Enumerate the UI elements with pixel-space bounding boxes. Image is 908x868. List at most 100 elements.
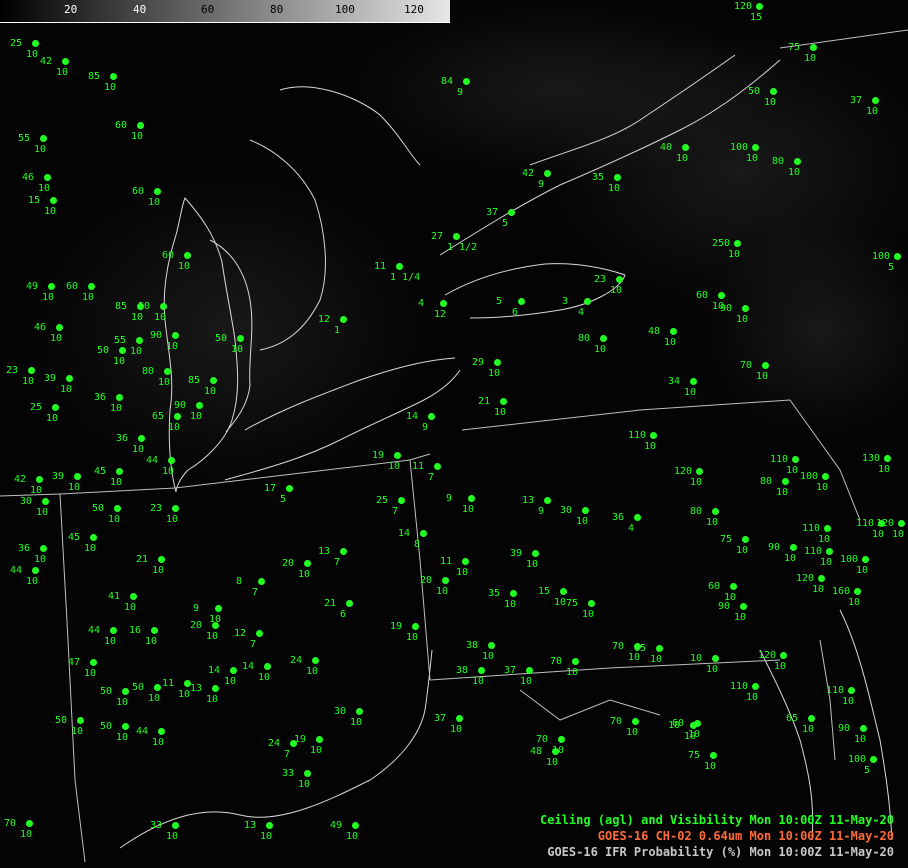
visibility-value: 10 (482, 651, 495, 662)
station-dot (792, 456, 799, 463)
ceiling-value: 23 (594, 274, 607, 285)
station-dot (172, 332, 179, 339)
station-dot (824, 525, 831, 532)
ceiling-value: 42 (40, 56, 53, 67)
visibility-value: 10 (34, 144, 47, 155)
ceiling-value: 60 (115, 120, 128, 131)
station-dot (544, 497, 551, 504)
ceiling-value: 80 (772, 156, 785, 167)
visibility-value: 10 (56, 67, 69, 78)
visibility-value: 10 (82, 292, 95, 303)
ceiling-value: 13 (244, 820, 257, 831)
ceiling-value: 50 (132, 682, 145, 693)
station-dot (158, 556, 165, 563)
visibility-value: 10 (260, 831, 273, 842)
visibility-value: 10 (34, 554, 47, 565)
station-dot (420, 530, 427, 537)
ceiling-value: 15 (538, 586, 551, 597)
visibility-value: 10 (231, 344, 244, 355)
station-dot (56, 324, 63, 331)
ceiling-value: 14 (398, 528, 411, 539)
ceiling-value: 23 (150, 503, 163, 514)
ceiling-value: 75 (720, 534, 733, 545)
station-dot (500, 398, 507, 405)
ceiling-value: 110 (804, 546, 823, 557)
visibility-value: 10 (626, 727, 639, 738)
st-lawrence-north-shore (529, 54, 736, 166)
ceiling-value: 60 (696, 290, 709, 301)
ceiling-value: 37 (434, 713, 447, 724)
ceiling-value: 12 (234, 628, 247, 639)
station-dot (870, 756, 877, 763)
station-dot (40, 135, 47, 142)
station-dot (230, 667, 237, 674)
visibility-value: 10 (44, 206, 57, 217)
station-dot (184, 252, 191, 259)
visibility-value: 10 (116, 732, 129, 743)
visibility-value: 10 (856, 565, 869, 576)
visibility-value: 10 (676, 153, 689, 164)
ceiling-value: 39 (52, 471, 65, 482)
station-dot (780, 652, 787, 659)
visibility-value: 10 (113, 356, 126, 367)
visibility-value: 10 (554, 597, 567, 608)
station-dot (616, 276, 623, 283)
visibility-value: 10 (728, 249, 741, 260)
ceiling-value: 9 (446, 493, 453, 504)
ceiling-value: 110 (826, 685, 845, 696)
station-dot (584, 298, 591, 305)
ceiling-value: 70 (612, 641, 625, 652)
ceiling-value: 50 (100, 721, 113, 732)
station-dot (412, 623, 419, 630)
ceiling-value: 120 (674, 466, 693, 477)
ceiling-value: 70 (610, 716, 623, 727)
visibility-value: 6 (340, 609, 347, 620)
ceiling-value: 11 (412, 461, 425, 472)
ceiling-value: 120 (796, 573, 815, 584)
ceiling-value: 100 (872, 251, 891, 262)
ceiling-value: 20 (190, 620, 203, 631)
ceiling-value: 250 (712, 238, 731, 249)
visibility-value: 10 (131, 131, 144, 142)
visibility-value: 10 (108, 514, 121, 525)
station-dot (212, 685, 219, 692)
station-dot (119, 347, 126, 354)
ceiling-value: 23 (6, 365, 19, 376)
ceiling-value: 70 (536, 734, 549, 745)
visibility-value: 10 (162, 466, 175, 477)
ceiling-value: 14 (208, 665, 221, 676)
station-dot (734, 240, 741, 247)
station-dot (872, 97, 879, 104)
visibility-value: 10 (26, 49, 39, 60)
ceiling-value: 19 (390, 621, 403, 632)
legend-goes-visible-band: GOES-16 CH-02 0.64um Mon 10:00Z 11-May-2… (597, 829, 894, 843)
visibility-value: 10 (736, 545, 749, 556)
station-dot (582, 507, 589, 514)
visibility-value: 4 (578, 307, 585, 318)
visibility-value: 9 (457, 87, 464, 98)
station-dot (742, 536, 749, 543)
visibility-value: 10 (608, 183, 621, 194)
station-dot (398, 497, 405, 504)
ceiling-value: 11 (374, 261, 387, 272)
visibility-value: 7 (252, 587, 259, 598)
visibility-value: 10 (158, 377, 171, 388)
ceiling-value: 19 (372, 450, 385, 461)
ceiling-value: 21 (478, 396, 491, 407)
ceiling-value: 3 (562, 296, 569, 307)
station-dot (316, 736, 323, 743)
station-dot (122, 688, 129, 695)
station-dot (256, 630, 263, 637)
ceiling-value: 50 (748, 86, 761, 97)
visibility-value: 10 (872, 529, 885, 540)
ceiling-value: 37 (850, 95, 863, 106)
station-dot (670, 328, 677, 335)
lake-erie-north-shore (244, 357, 456, 431)
visibility-value: 10 (818, 534, 831, 545)
visibility-value: 10 (60, 384, 73, 395)
colorbar-tick-label: 100 (335, 3, 355, 16)
ifr-probability-colorbar: 20 40 60 80 100 120 (0, 0, 450, 23)
station-dot (690, 378, 697, 385)
visibility-value: 10 (664, 337, 677, 348)
station-dot (756, 3, 763, 10)
